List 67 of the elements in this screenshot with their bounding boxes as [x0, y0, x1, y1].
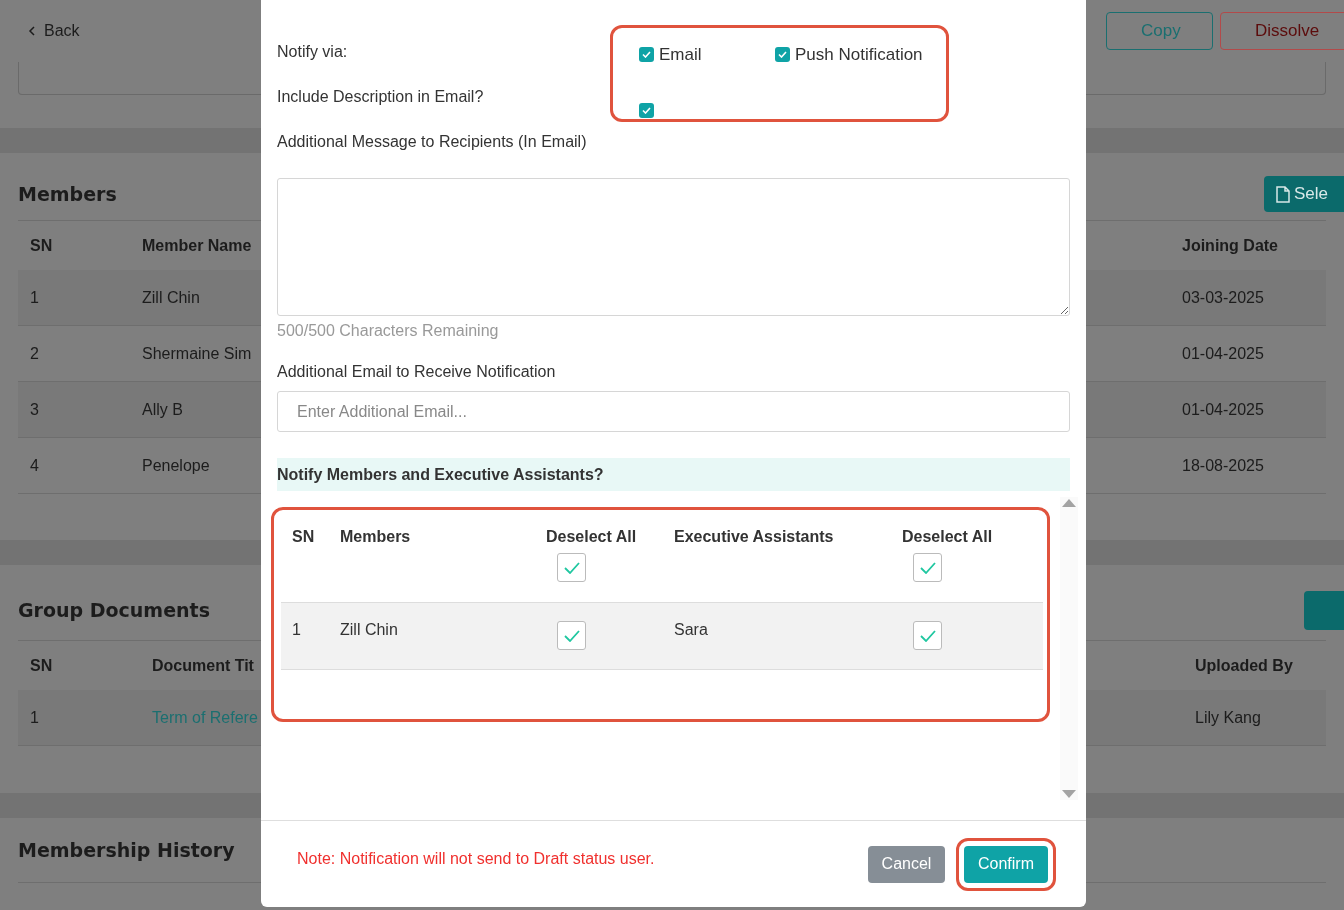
section-title: Membership History	[18, 837, 235, 863]
table-cell-text: Shermaine Sim	[142, 343, 252, 364]
column-header: Uploaded By	[1195, 655, 1294, 676]
table-cell-text: 4	[30, 455, 39, 476]
table-cell-text: Penelope	[142, 455, 210, 476]
column-header: SN	[30, 655, 54, 676]
column-header: Member Name	[142, 235, 253, 256]
column-header: Members	[340, 527, 411, 545]
checkbox[interactable]	[913, 621, 942, 650]
column-header: Executive Assistants	[674, 527, 834, 545]
table-cell-text: 3	[30, 399, 39, 420]
dialog-button[interactable]: Cancel	[868, 845, 945, 883]
table-cell-text: 01-04-2025	[1182, 343, 1264, 364]
checkbox[interactable]	[639, 102, 654, 118]
column-header: Document Tit	[152, 655, 255, 676]
character-count: 500/500 Characters Remaining	[277, 321, 500, 339]
table-cell-text: 1	[30, 707, 39, 728]
field-label: Include Description in Email?	[277, 87, 485, 107]
checkbox-label: Email	[659, 44, 702, 66]
section-title: Group Documents	[18, 597, 210, 623]
table-cell-text: Zill Chin	[142, 287, 200, 308]
table-cell: 1	[292, 621, 301, 638]
check-icon	[778, 51, 787, 59]
section-heading: Notify Members and Executive Assistants?	[277, 458, 1070, 491]
checkbox[interactable]	[639, 47, 654, 63]
back-link[interactable]: Back	[28, 19, 80, 43]
field-label: Additional Message to Recipients (In Email)	[277, 132, 588, 150]
dialog-button[interactable]: Confirm	[964, 845, 1048, 883]
table-cell-text: 18-08-2025	[1182, 455, 1264, 476]
checkbox[interactable]	[557, 621, 586, 650]
section-title: Members	[18, 181, 117, 207]
field-label: Additional Email to Receive Notification	[277, 362, 557, 380]
column-header: SN	[292, 527, 315, 545]
field-label: Notify via:	[277, 42, 349, 62]
table-cell: Zill Chin	[340, 621, 398, 638]
table-cell-text: 03-03-2025	[1182, 287, 1264, 308]
table-cell: Sara	[674, 621, 708, 638]
check-icon	[919, 561, 936, 574]
check-icon	[642, 106, 651, 114]
note-text: Note: Notification will not send to Draft status user.	[297, 849, 655, 869]
table-cell-text: 1	[30, 287, 39, 308]
email-field[interactable]: Enter Additional Email...	[277, 391, 1070, 432]
table-cell-text: 01-04-2025	[1182, 399, 1264, 420]
checkbox-label: Push Notification	[795, 44, 923, 66]
table-cell-text: Ally B	[142, 399, 183, 420]
message-field[interactable]	[277, 178, 1070, 316]
action-button[interactable]	[1304, 590, 1344, 630]
scroll-down-icon[interactable]	[1062, 790, 1076, 798]
select-button[interactable]: Sele	[1264, 176, 1344, 212]
table-cell-text: 2	[30, 343, 39, 364]
checkbox[interactable]	[913, 553, 942, 582]
checkbox[interactable]	[557, 553, 586, 582]
check-icon	[563, 629, 580, 642]
check-icon	[642, 51, 651, 59]
action-button[interactable]: Dissolve	[1220, 12, 1344, 50]
check-icon	[563, 561, 580, 574]
chevron-left-icon	[28, 26, 36, 36]
table-cell-text: Lily Kang	[1195, 707, 1261, 728]
scrollbar[interactable]	[1060, 497, 1078, 800]
document-icon	[1276, 185, 1290, 203]
column-header: SN	[30, 235, 54, 256]
check-icon	[919, 629, 936, 642]
column-header: Deselect All	[546, 527, 637, 545]
column-header: Deselect All	[902, 527, 993, 545]
checkbox[interactable]	[775, 47, 790, 63]
scroll-up-icon[interactable]	[1062, 499, 1076, 507]
column-header: Joining Date	[1182, 235, 1279, 256]
